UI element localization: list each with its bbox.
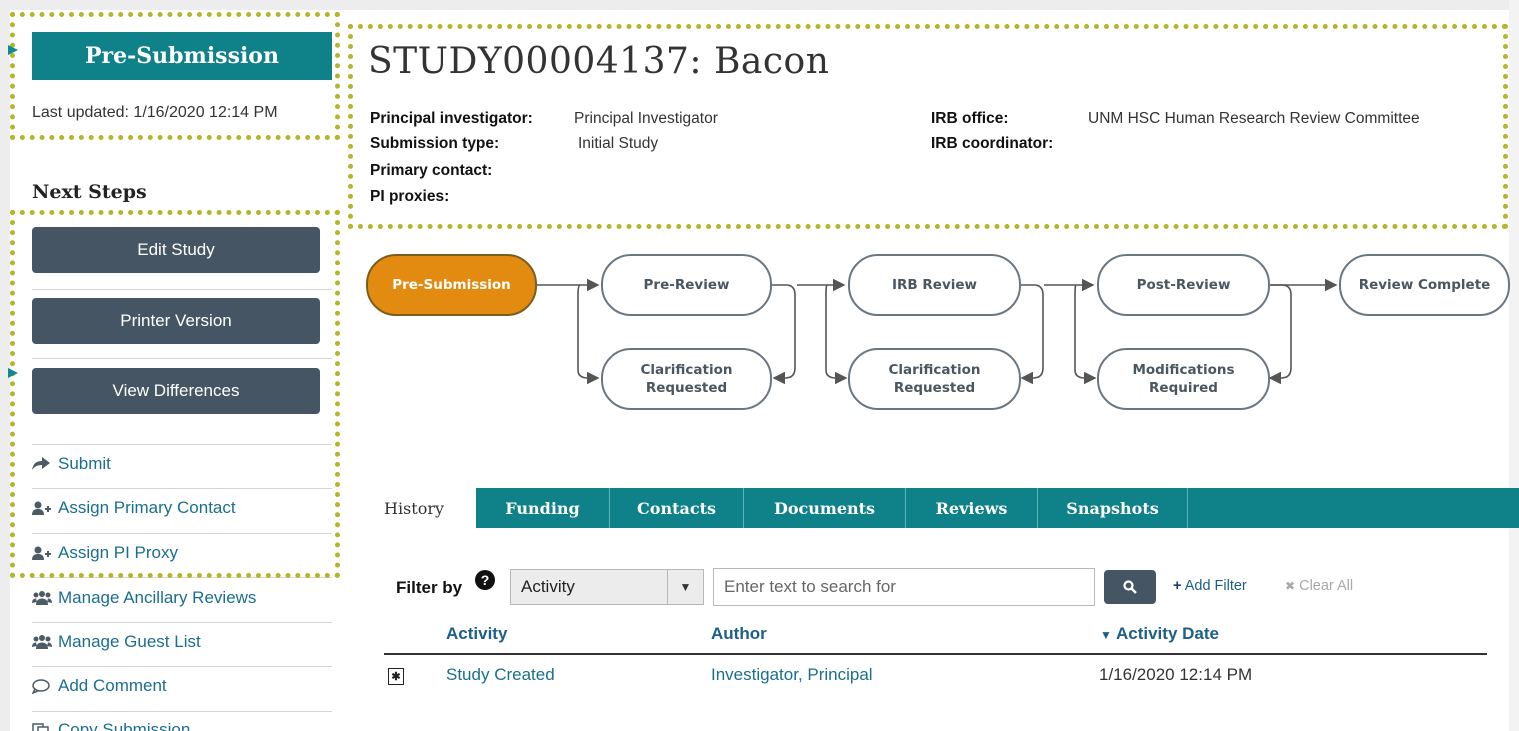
loop-clarification-requested-1: Clarification Requested: [601, 348, 772, 410]
tab-funding[interactable]: Funding: [476, 488, 610, 528]
add-filter-label: Add Filter: [1184, 578, 1247, 594]
loop-clarification-requested-2: Clarification Requested: [848, 348, 1021, 410]
page: Pre-Submission Last updated: 1/16/2020 1…: [0, 0, 1519, 731]
loop-line1: Clarification: [888, 361, 981, 378]
pointer-arrow-icon: [8, 368, 18, 378]
plus-icon: +: [1173, 578, 1182, 594]
close-icon: ✖: [1285, 579, 1296, 593]
stage-pre-submission: Pre-Submission: [366, 254, 537, 316]
row-activity-link[interactable]: Study Created: [446, 665, 555, 685]
column-header-label: Activity Date: [1115, 624, 1219, 643]
tab-documents[interactable]: Documents: [744, 488, 906, 528]
activity-type-icon: ✱: [388, 668, 404, 685]
tab-reviews[interactable]: Reviews: [906, 488, 1038, 528]
tab-history[interactable]: History: [352, 488, 476, 528]
loop-line1: Modifications: [1132, 361, 1235, 378]
help-icon[interactable]: ?: [475, 570, 495, 590]
stage-irb-review: IRB Review: [848, 254, 1021, 316]
row-activity-date: 1/16/2020 12:14 PM: [1099, 665, 1253, 684]
loop-line2: Required: [1149, 380, 1218, 396]
clear-all-link[interactable]: ✖ Clear All: [1285, 578, 1353, 594]
row-author-link[interactable]: Investigator, Principal: [711, 665, 873, 685]
tab-contacts[interactable]: Contacts: [610, 488, 744, 528]
table-header-rule: [384, 653, 1487, 655]
tab-snapshots[interactable]: Snapshots: [1038, 488, 1188, 528]
column-header-activity-date[interactable]: ▼ Activity Date: [1100, 624, 1219, 644]
search-icon: [1123, 580, 1137, 594]
pointer-arrow-icon: [8, 45, 18, 55]
loop-line1: Clarification: [640, 361, 733, 378]
stage-post-review: Post-Review: [1097, 254, 1270, 316]
stage-review-complete: Review Complete: [1339, 254, 1510, 316]
column-header-activity[interactable]: Activity: [446, 624, 507, 644]
caret-down-icon: ▼: [667, 570, 703, 604]
loop-line2: Requested: [893, 380, 976, 396]
search-button[interactable]: [1104, 570, 1156, 604]
filter-label: Filter by: [396, 578, 463, 597]
column-header-author[interactable]: Author: [711, 624, 767, 644]
select-value: Activity: [521, 577, 575, 596]
stage-pre-review: Pre-Review: [601, 254, 772, 316]
loop-line2: Requested: [645, 380, 728, 396]
clear-all-label: Clear All: [1299, 578, 1354, 594]
filter-field-select[interactable]: Activity ▼: [510, 569, 704, 605]
sort-desc-icon: ▼: [1100, 628, 1112, 642]
loop-modifications-required: Modifications Required: [1097, 348, 1270, 410]
add-filter-link[interactable]: + Add Filter: [1173, 578, 1247, 594]
search-input[interactable]: [713, 568, 1095, 606]
